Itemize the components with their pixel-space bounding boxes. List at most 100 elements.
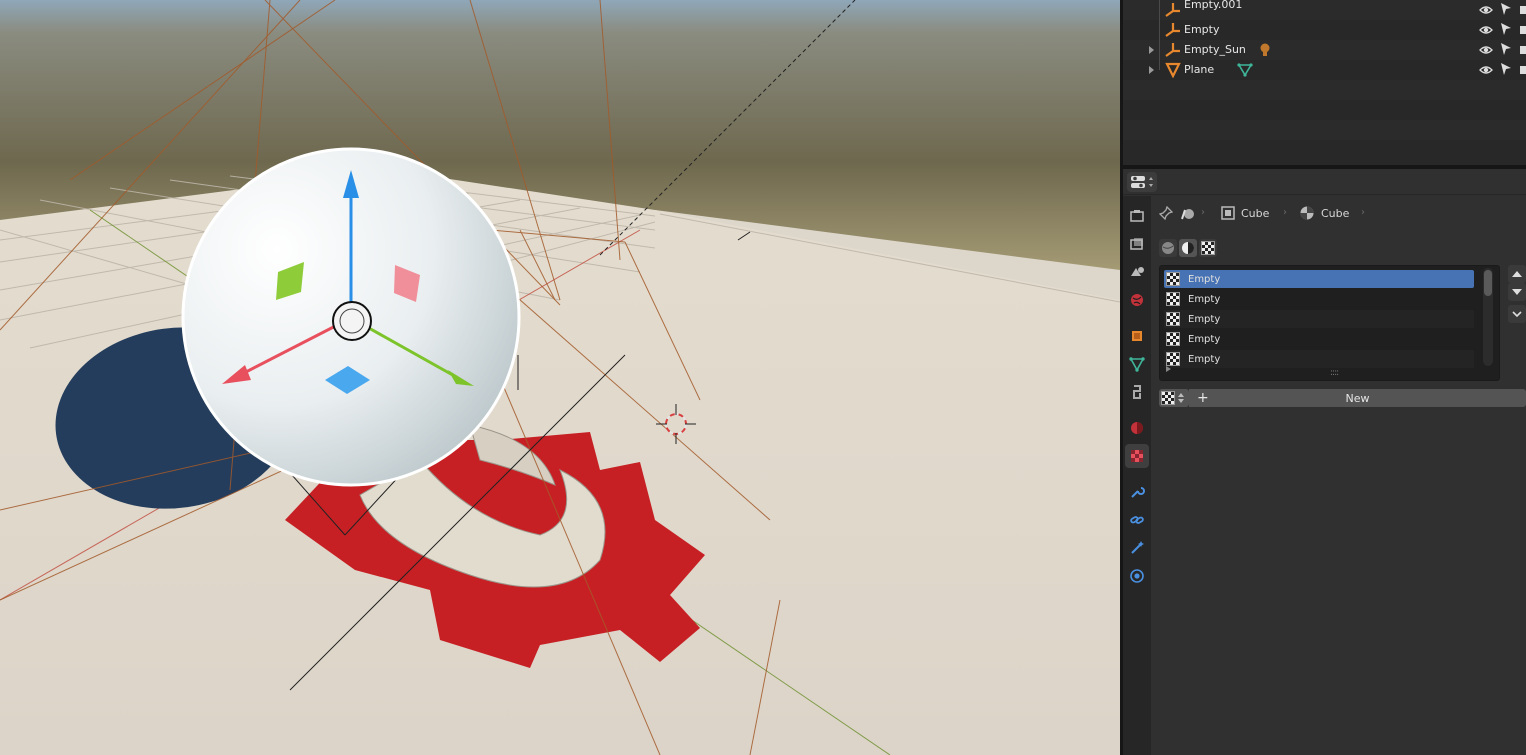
updown-arrows-icon <box>1178 393 1184 403</box>
material-slot-label: Empty <box>1188 333 1221 345</box>
plus-icon: + <box>1197 390 1209 406</box>
material-slot-label: Empty <box>1188 313 1221 325</box>
breadcrumb-separator: › <box>1201 207 1205 218</box>
object-square-icon <box>1221 206 1235 220</box>
tab-data[interactable] <box>1125 352 1149 376</box>
outliner-empty-row <box>1123 80 1526 100</box>
checker-icon <box>1161 391 1175 405</box>
expand-arrow-icon[interactable] <box>1149 46 1154 54</box>
material-slot[interactable]: Empty <box>1164 310 1474 328</box>
material-slot[interactable]: Empty <box>1164 270 1474 288</box>
eye-icon[interactable] <box>1479 3 1493 17</box>
mesh-object-icon <box>1165 62 1181 79</box>
slot-specials-button[interactable] <box>1508 305 1526 323</box>
camera-icon[interactable] <box>1519 43 1526 57</box>
editor-type-selector[interactable] <box>1127 172 1157 192</box>
triangle-down-icon <box>1512 289 1522 295</box>
new-material-row: + New <box>1159 389 1526 407</box>
outliner-item-label: Empty_Sun <box>1184 43 1246 56</box>
tab-scripting[interactable] <box>1125 380 1149 404</box>
physics-icon <box>1130 569 1144 583</box>
tab-modifiers[interactable] <box>1125 480 1149 504</box>
tab-effects[interactable] <box>1125 536 1149 560</box>
checker-icon <box>1166 352 1180 366</box>
preview-sphere-button[interactable] <box>1179 239 1197 257</box>
eye-icon[interactable] <box>1479 63 1493 77</box>
select-arrow-icon[interactable] <box>1500 2 1512 16</box>
material-sphere-icon <box>1300 206 1314 220</box>
list-scrollbar[interactable] <box>1483 268 1493 366</box>
link-icon <box>1130 516 1144 524</box>
gizmo-center[interactable] <box>332 301 372 341</box>
tab-output[interactable] <box>1125 232 1149 256</box>
viewport-scene[interactable] <box>0 0 1120 755</box>
outliner-row[interactable]: Empty_Sun <box>1123 40 1526 60</box>
select-arrow-icon[interactable] <box>1500 22 1512 36</box>
tab-material[interactable] <box>1125 444 1149 468</box>
outliner-row[interactable]: Empty <box>1123 20 1526 40</box>
tab-view-layer[interactable] <box>1125 260 1149 284</box>
chevron-down-icon <box>1512 311 1522 318</box>
properties-editor-icon <box>1131 176 1153 188</box>
properties-tabs <box>1123 196 1151 755</box>
checker-icon <box>1166 332 1180 346</box>
eye-icon[interactable] <box>1479 23 1493 37</box>
properties-editor[interactable]: › Cube › Cube › Empty Empty Empty Empty … <box>1123 169 1526 755</box>
list-resize-grip-icon[interactable]: :::: <box>1330 368 1339 378</box>
tab-world[interactable] <box>1125 288 1149 312</box>
outliner-empty-row <box>1123 100 1526 120</box>
outliner-item-label: Plane <box>1184 63 1215 76</box>
outliner-row[interactable]: Empty.001 <box>1123 0 1526 20</box>
triangle-up-icon <box>1512 271 1522 277</box>
new-material-button[interactable]: + New <box>1189 389 1526 407</box>
browse-material-button[interactable] <box>1159 389 1189 407</box>
move-slot-down-button[interactable] <box>1508 283 1526 301</box>
material-icon <box>1131 450 1143 462</box>
outliner-item-label: Empty <box>1184 23 1220 36</box>
breadcrumb-separator: › <box>1283 207 1287 218</box>
select-arrow-icon[interactable] <box>1500 62 1512 76</box>
material-slot[interactable]: Empty <box>1164 350 1474 368</box>
outliner-item-label: Empty.001 <box>1184 0 1243 11</box>
checker-icon <box>1201 241 1215 255</box>
eye-icon[interactable] <box>1479 43 1493 57</box>
checker-icon <box>1166 292 1180 306</box>
checker-icon <box>1166 312 1180 326</box>
outliner-panel[interactable]: Empty.001 Empty Empty_Sun Plane <box>1123 0 1526 165</box>
view-layer-icon <box>1131 267 1144 276</box>
list-filter-toggle-icon[interactable] <box>1166 366 1171 372</box>
empty-icon <box>1165 42 1181 58</box>
tab-constraints[interactable] <box>1125 508 1149 532</box>
tab-object[interactable] <box>1125 324 1149 348</box>
scrollbar-thumb[interactable] <box>1484 270 1492 296</box>
tab-world-shading[interactable] <box>1125 416 1149 440</box>
object-icon <box>1132 331 1142 341</box>
tab-render[interactable] <box>1125 204 1149 228</box>
python-icon <box>1133 385 1141 399</box>
preview-world-button[interactable] <box>1159 239 1177 257</box>
empty-icon <box>1165 22 1181 38</box>
camera-icon[interactable] <box>1519 23 1526 37</box>
camera-icon[interactable] <box>1519 63 1526 77</box>
material-slot[interactable]: Empty <box>1164 330 1474 348</box>
mesh-data-icon[interactable] <box>1237 62 1253 78</box>
material-slot-list[interactable]: Empty Empty Empty Empty Empty :::: <box>1159 265 1500 381</box>
preview-checker-button[interactable] <box>1199 239 1217 257</box>
outliner-row[interactable]: Plane <box>1123 60 1526 80</box>
3d-viewport[interactable] <box>0 0 1120 755</box>
expand-arrow-icon[interactable] <box>1149 66 1154 74</box>
camera-icon[interactable] <box>1519 3 1526 17</box>
material-slot-label: Empty <box>1188 293 1221 305</box>
pin-icon[interactable] <box>1159 203 1173 223</box>
material-slot[interactable]: Empty <box>1164 290 1474 308</box>
hierarchy-guide-line <box>1159 0 1160 70</box>
select-arrow-icon[interactable] <box>1500 42 1512 56</box>
light-icon[interactable] <box>1257 42 1273 58</box>
move-slot-up-button[interactable] <box>1508 265 1526 283</box>
preview-mode-buttons <box>1159 239 1217 257</box>
material-context-icon <box>1179 203 1195 223</box>
tab-physics[interactable] <box>1125 564 1149 588</box>
render-icon <box>1130 210 1144 222</box>
breadcrumb-object: Cube <box>1221 203 1269 223</box>
breadcrumb-material: Cube <box>1299 203 1349 223</box>
